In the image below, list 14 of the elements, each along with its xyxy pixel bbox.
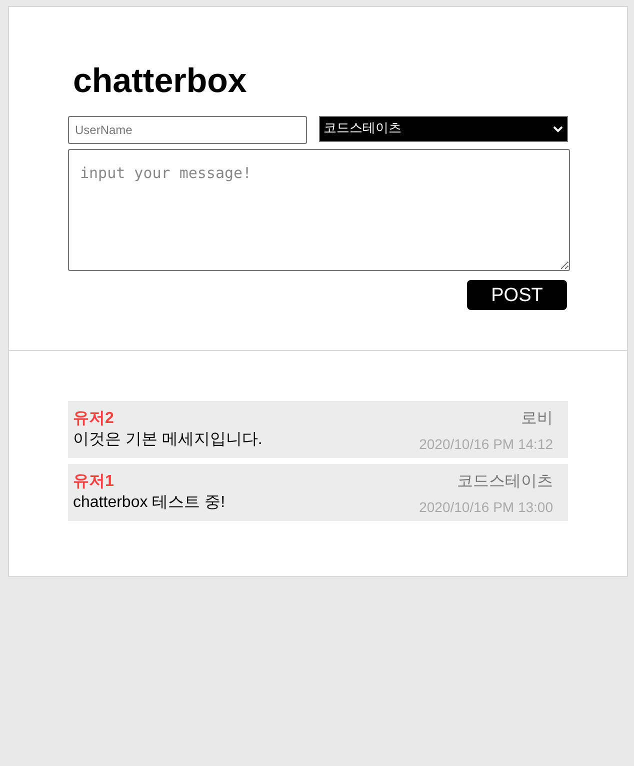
room-select[interactable]: 코드스테이츠 <box>318 116 568 142</box>
chevron-down-icon <box>553 126 563 132</box>
message-text: 이것은 기본 메세지입니다. <box>73 430 262 450</box>
message-date: 2020/10/16 PM 13:00 <box>419 498 553 517</box>
username-field[interactable]: UserName <box>68 116 307 144</box>
message-date: 2020/10/16 PM 14:12 <box>419 435 553 454</box>
username: 유저1 <box>73 472 115 492</box>
room-name: 코드스테이츠 <box>457 472 553 492</box>
room-name: 로비 <box>521 409 553 429</box>
app-title: chatterbox <box>73 61 248 101</box>
post-button[interactable]: POST <box>467 280 567 310</box>
message-text: chatterbox 테스트 중! <box>73 493 226 513</box>
message-field[interactable]: input your message! <box>68 149 570 271</box>
username: 유저2 <box>73 409 115 429</box>
